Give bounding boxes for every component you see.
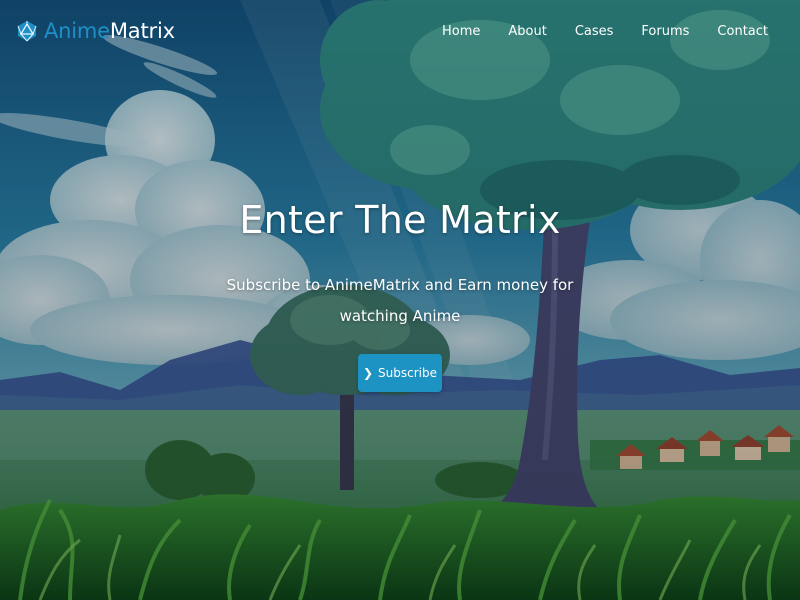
brand-name-part1: Anime bbox=[44, 18, 110, 43]
hero-content: Enter The Matrix Subscribe to AnimeMatri… bbox=[0, 198, 800, 392]
hero-subtitle: Subscribe to AnimeMatrix and Earn money … bbox=[226, 276, 574, 325]
nav-forums-link[interactable]: Forums bbox=[627, 20, 703, 43]
brand-name-part2: Matrix bbox=[109, 18, 175, 43]
chevron-right-icon: ❯ bbox=[362, 366, 374, 380]
nav-cases-link[interactable]: Cases bbox=[561, 20, 628, 43]
subscribe-button[interactable]: ❯ Subscribe bbox=[358, 354, 442, 392]
brand-name: AnimeMatrix bbox=[44, 18, 175, 43]
nav-contact-link[interactable]: Contact bbox=[703, 20, 768, 43]
d20-dice-icon bbox=[16, 20, 38, 42]
subscribe-button-label: Subscribe bbox=[378, 366, 438, 380]
hero-section: AnimeMatrix Home About Cases Forums Cont… bbox=[0, 0, 800, 600]
top-navbar: AnimeMatrix Home About Cases Forums Cont… bbox=[0, 0, 800, 62]
brand-logo-link[interactable]: AnimeMatrix bbox=[16, 20, 175, 42]
nav-home-link[interactable]: Home bbox=[428, 20, 494, 43]
hero-title: Enter The Matrix bbox=[239, 198, 561, 242]
main-nav: Home About Cases Forums Contact bbox=[428, 20, 768, 43]
nav-about-link[interactable]: About bbox=[494, 20, 560, 43]
